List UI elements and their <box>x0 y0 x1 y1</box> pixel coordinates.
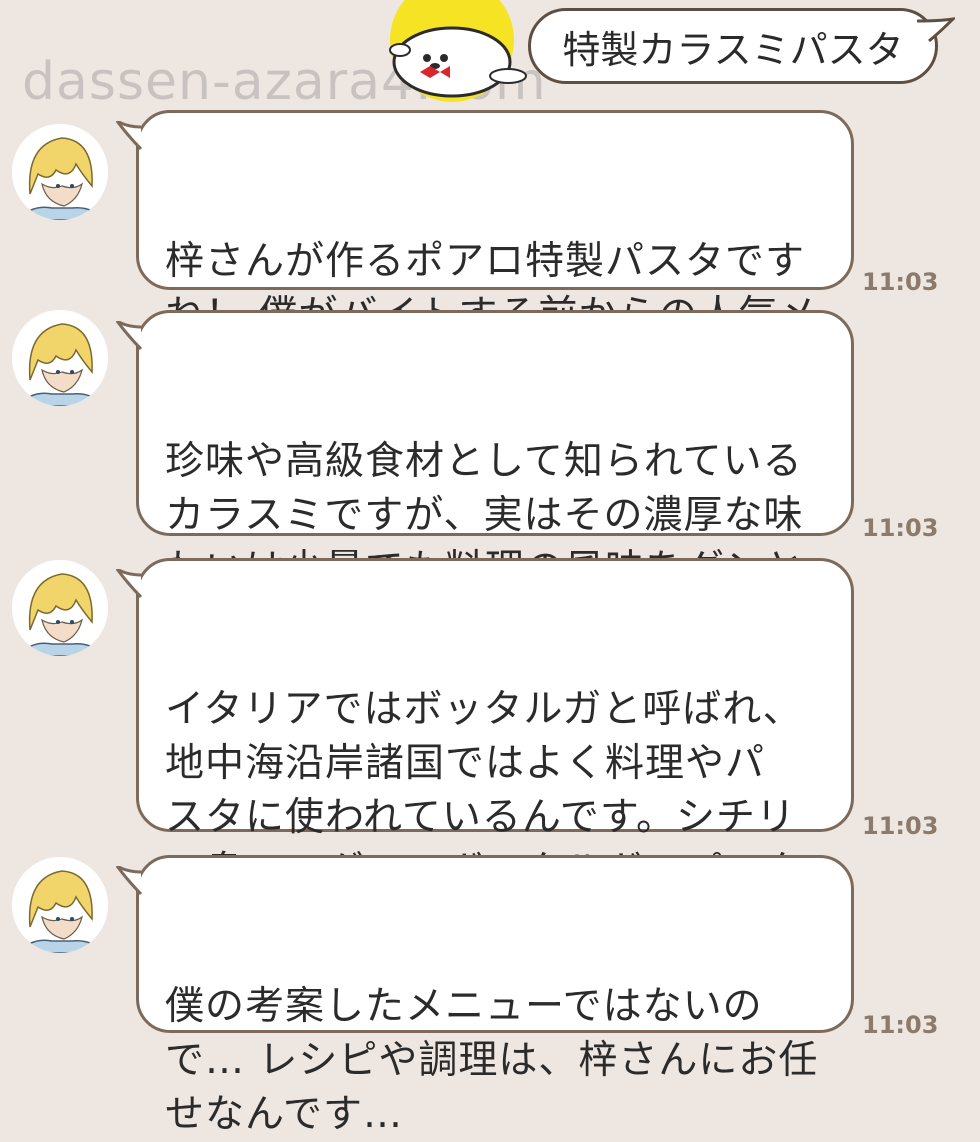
message-bubble: 梓さんが作るポアロ特製パスタです ね！ 僕がバイトする前からの人気メ ニューです… <box>115 110 854 392</box>
avatar-icon <box>12 857 108 953</box>
header-message-bubble: 特製カラスミパスタ <box>528 8 955 84</box>
avatar-icon <box>12 124 108 220</box>
avatar[interactable] <box>12 857 108 953</box>
seal-mascot-icon <box>389 0 527 102</box>
message-bubble: 珍味や高級食材として知られている カラスミですが、実はその濃厚な味 わいは少量で… <box>115 310 854 646</box>
message-time: 11:03 <box>862 514 939 542</box>
header-message-text: 特製カラスミパスタ <box>562 27 904 72</box>
avatar[interactable] <box>12 124 108 220</box>
bubble-tail-icon <box>115 866 143 896</box>
bubble-tail-icon <box>115 121 143 151</box>
bubble-tail-icon <box>115 321 143 351</box>
avatar-icon <box>12 310 108 406</box>
avatar[interactable] <box>12 560 108 656</box>
avatar[interactable] <box>12 310 108 406</box>
message-bubble: イタリアではボッタルガと呼ばれ、 地中海沿岸諸国ではよく料理やパ スタに使われて… <box>115 558 854 948</box>
message-time: 11:03 <box>862 268 939 296</box>
message-time: 11:03 <box>862 812 939 840</box>
bubble-tail-icon <box>115 569 143 599</box>
avatar-icon <box>12 560 108 656</box>
bubble-tail-icon <box>916 17 955 43</box>
message-bubble: 僕の考案したメニューではないの で… レシピや調理は、梓さんにお任 せなんです… <box>115 855 854 1137</box>
message-text: 僕の考案したメニューではないの で… レシピや調理は、梓さんにお任 せなんです… <box>165 984 819 1137</box>
message-time: 11:03 <box>862 1011 939 1039</box>
